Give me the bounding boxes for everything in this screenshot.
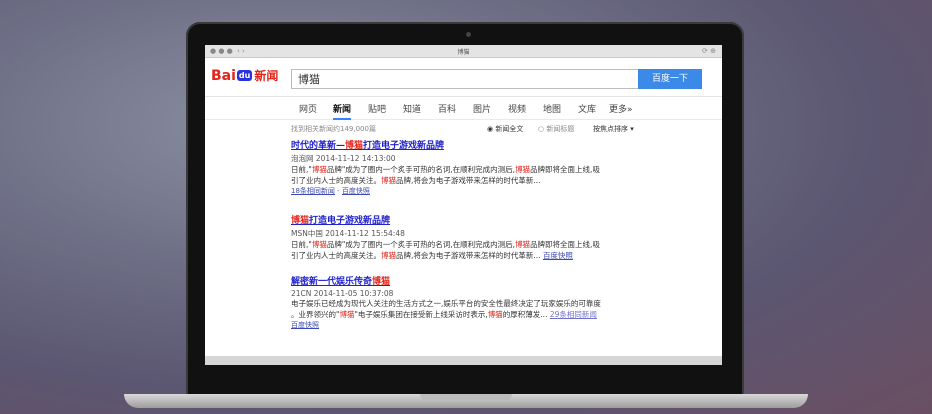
result-title[interactable]: 博猫打造电子游戏新品牌 [291,213,641,226]
laptop-notch [420,394,512,400]
logo-news: 新闻 [254,69,279,83]
browser-title: 博猫 [457,49,470,56]
category-nav: 网页 新闻 贴吧 知道 百科 图片 视频 地图 文库 更多» [205,97,722,120]
result-desc: 电子娱乐已经成为现代人关注的生活方式之一,娱乐平台的安全性最终决定了玩家娱乐的可… [291,299,601,319]
result-item: 解密新一代娱乐传奇博猫 21CN 2014-11-05 10:37:08 电子娱… [291,274,641,330]
option-title-only-label: 新闻标题 [546,125,575,133]
tab-baike[interactable]: 百科 [438,102,456,115]
result-item: 博猫打造电子游戏新品牌 MSN中国 2014-11-12 15:54:48 日前… [291,213,641,261]
tab-map[interactable]: 地图 [543,102,561,115]
baidu-logo[interactable]: Bai du 新闻 [211,67,278,84]
result-count: 找到相关新闻约149,000篇 [291,125,376,133]
sort-dropdown[interactable]: 按焦点排序 ▾ [593,124,634,134]
tab-images[interactable]: 图片 [473,102,491,115]
result-title[interactable]: 时代的革新—博猫打造电子游戏新品牌 [291,138,641,151]
tab-video[interactable]: 视频 [508,102,526,115]
result-links: 百度快照 [291,320,641,330]
search-options: 找到相关新闻约149,000篇 ◉ 新闻全文 ○ 新闻标题 按焦点排序 ▾ [205,120,722,136]
result-meta: 21CN 2014-11-05 10:37:08 [291,289,394,298]
sort-label: 按焦点排序 [593,125,628,133]
baidu-header: Bai du 新闻 博猫 百度一下 [205,58,722,97]
result-item: 时代的革新—博猫打造电子游戏新品牌 泡泡网 2014-11-12 14:13:0… [291,138,641,196]
result-title[interactable]: 解密新一代娱乐传奇博猫 [291,274,641,287]
snapshot-link[interactable]: 百度快照 [342,187,370,195]
tab-tieba[interactable]: 贴吧 [368,102,386,115]
option-full-text[interactable]: ◉ 新闻全文 [487,124,523,134]
snapshot-link[interactable]: 百度快照 [291,321,319,329]
search-input[interactable]: 博猫 [291,69,639,89]
tab-zhidao[interactable]: 知道 [403,102,421,115]
browser-toolbar: ● ● ● ‹ › 博猫 ⟳ ⊕ [205,45,722,58]
tab-news[interactable]: 新闻 [333,102,352,120]
snapshot-link[interactable]: 百度快照 [543,251,573,260]
same-news-link[interactable]: 18条相同新闻 [291,187,335,195]
option-full-text-label: 新闻全文 [495,125,524,133]
logo-bai: Bai [211,68,236,84]
logo-paw-icon: du [236,70,253,81]
result-meta: 泡泡网 2014-11-12 14:13:00 [291,154,396,163]
tab-wenku[interactable]: 文库 [578,102,596,115]
result-links: 18条相同新闻 - 百度快照 [291,187,370,195]
browser-menu-icon[interactable]: ⟳ ⊕ [702,47,716,55]
tab-web[interactable]: 网页 [299,102,317,115]
same-news-link[interactable]: 29条相同新闻 [550,310,597,319]
result-meta: MSN中国 2014-11-12 15:54:48 [291,229,405,238]
browser-screen: ● ● ● ‹ › 博猫 ⟳ ⊕ Bai du 新闻 博猫 百度一下 网页 新闻 贴… [205,45,722,365]
tab-more[interactable]: 更多» [609,102,633,115]
browser-bottom-bar [205,356,722,365]
option-title-only[interactable]: ○ 新闻标题 [538,124,574,134]
search-button[interactable]: 百度一下 [638,69,702,89]
camera-icon [466,32,471,37]
result-desc: 日前,"博猫品牌"成为了圈内一个炙手可热的名词,在顺利完成内测后,博猫品牌即将全… [291,165,600,185]
result-desc: 日前,"博猫品牌"成为了圈内一个炙手可热的名词,在顺利完成内测后,博猫品牌即将全… [291,240,600,260]
